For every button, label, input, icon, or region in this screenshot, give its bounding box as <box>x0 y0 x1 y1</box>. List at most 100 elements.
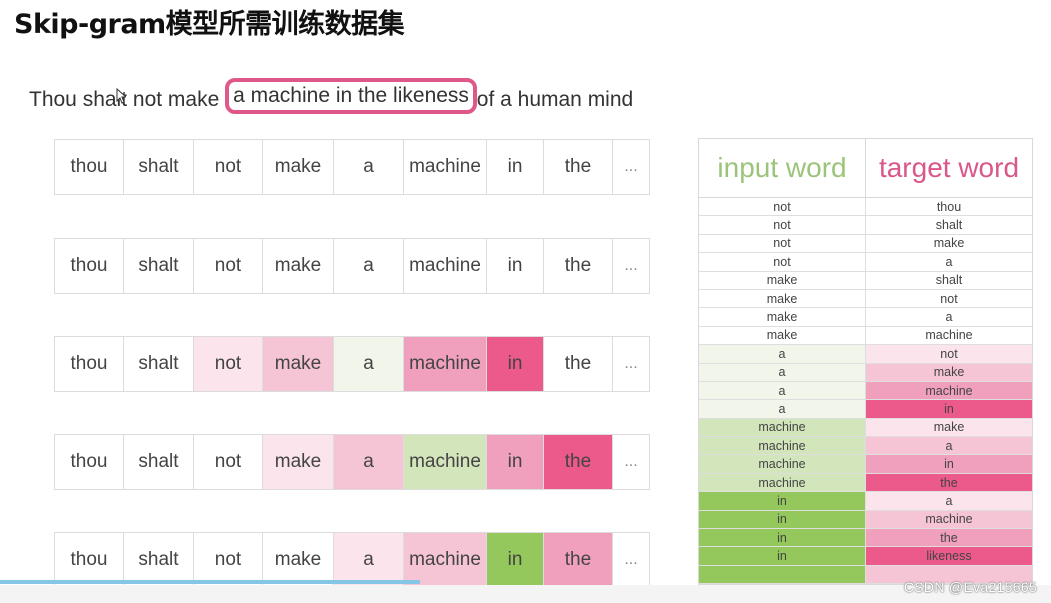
table-row: a make <box>699 363 1032 382</box>
table-row: make a <box>699 308 1032 327</box>
table-row: in the <box>699 529 1032 548</box>
word-cell: make <box>263 337 334 391</box>
input-word-cell: make <box>699 308 866 327</box>
word-cell: ... <box>613 533 649 587</box>
training-pairs-table: input word target word not thou not shalt no… <box>698 138 1033 586</box>
word-cell: a <box>334 337 404 391</box>
target-word-cell: not <box>866 345 1032 364</box>
word-cell: a <box>334 435 404 489</box>
word-cell: in <box>487 239 544 293</box>
target-word-cell: machine <box>866 326 1032 346</box>
target-word-cell: make <box>866 418 1032 438</box>
target-word-cell: a <box>866 308 1032 327</box>
word-cell: ... <box>613 435 649 489</box>
word-cell: the <box>544 533 613 587</box>
word-row: thou shalt not make a machine in the... <box>54 238 650 294</box>
input-word-cell: not <box>699 234 866 254</box>
target-word-cell: shalt <box>866 216 1032 235</box>
table-row: machine in <box>699 455 1032 474</box>
table-row: a not <box>699 345 1032 364</box>
table-row: machine make <box>699 418 1032 438</box>
sentence-after: of a human mind <box>476 88 634 111</box>
input-word-cell: a <box>699 363 866 382</box>
target-word-cell: in <box>866 455 1032 474</box>
input-word-cell: machine <box>699 418 866 438</box>
word-cell: in <box>487 337 544 391</box>
table-row: not a <box>699 253 1032 272</box>
word-cell: thou <box>55 533 124 587</box>
word-cell: machine <box>404 337 487 391</box>
word-cell: shalt <box>124 533 194 587</box>
target-word-cell: likeness <box>866 547 1032 566</box>
word-cell: not <box>194 435 263 489</box>
word-cell: make <box>263 533 334 587</box>
word-cell: not <box>194 533 263 587</box>
word-cell: thou <box>55 435 124 489</box>
target-word-cell: not <box>866 289 1032 309</box>
word-cell: machine <box>404 239 487 293</box>
input-word-cell: in <box>699 529 866 548</box>
table-row: a in <box>699 400 1032 419</box>
target-word-cell: a <box>866 253 1032 272</box>
word-cell: the <box>544 140 613 194</box>
word-cell: a <box>334 239 404 293</box>
input-word-cell: make <box>699 326 866 346</box>
table-row: make not <box>699 289 1032 309</box>
word-cell: in <box>487 140 544 194</box>
word-cell: a <box>334 140 404 194</box>
word-cell: thou <box>55 337 124 391</box>
word-row: thou shalt not make a machine in the... <box>54 434 650 490</box>
video-progress-bar[interactable] <box>0 580 421 584</box>
target-word-cell: thou <box>866 198 1032 217</box>
word-cell: not <box>194 140 263 194</box>
table-row: machine a <box>699 437 1032 456</box>
input-word-cell: in <box>699 510 866 530</box>
target-word-cell: machine <box>866 510 1032 530</box>
table-row: machine the <box>699 473 1032 493</box>
word-cell: in <box>487 533 544 587</box>
word-cell: thou <box>55 140 124 194</box>
mouse-cursor-icon <box>116 88 126 104</box>
word-cell: shalt <box>124 337 194 391</box>
input-word-cell: machine <box>699 455 866 474</box>
input-word-cell <box>699 565 866 585</box>
word-cell: machine <box>404 140 487 194</box>
table-row: in a <box>699 492 1032 511</box>
target-word-cell: machine <box>866 381 1032 401</box>
word-cell: a <box>334 533 404 587</box>
input-word-cell: in <box>699 547 866 566</box>
word-cell: the <box>544 239 613 293</box>
video-control-bar[interactable] <box>0 585 1051 603</box>
input-word-cell: a <box>699 345 866 364</box>
target-word-cell: the <box>866 529 1032 548</box>
input-word-cell: machine <box>699 473 866 493</box>
word-cell: ... <box>613 140 649 194</box>
word-row: thou shalt not make a machine in the... <box>54 336 650 392</box>
word-cell: ... <box>613 337 649 391</box>
word-cell: make <box>263 140 334 194</box>
context-window-highlight: a machine in the likeness <box>225 78 477 114</box>
word-cell: ... <box>613 239 649 293</box>
word-cell: not <box>194 337 263 391</box>
input-word-cell: not <box>699 216 866 235</box>
word-cell: machine <box>404 435 487 489</box>
input-word-header: input word <box>699 139 866 197</box>
table-header: input word target word <box>699 139 1032 198</box>
word-cell: make <box>263 239 334 293</box>
slide-title: Skip-gram模型所需训练数据集 <box>14 9 405 40</box>
word-cell: shalt <box>124 140 194 194</box>
word-cell: in <box>487 435 544 489</box>
target-word-cell: the <box>866 473 1032 493</box>
table-row: make machine <box>699 326 1032 346</box>
table-row: not make <box>699 234 1032 254</box>
word-cell: make <box>263 435 334 489</box>
target-word-header: target word <box>878 152 1020 183</box>
word-cell: the <box>544 435 613 489</box>
word-cell: machine <box>404 533 487 587</box>
target-word-cell: a <box>866 437 1032 456</box>
word-cell: shalt <box>124 435 194 489</box>
watermark: CSDN @Eva215665 <box>903 579 1037 595</box>
word-cell: thou <box>55 239 124 293</box>
table-row: not shalt <box>699 216 1032 235</box>
input-word-cell: make <box>699 289 866 309</box>
